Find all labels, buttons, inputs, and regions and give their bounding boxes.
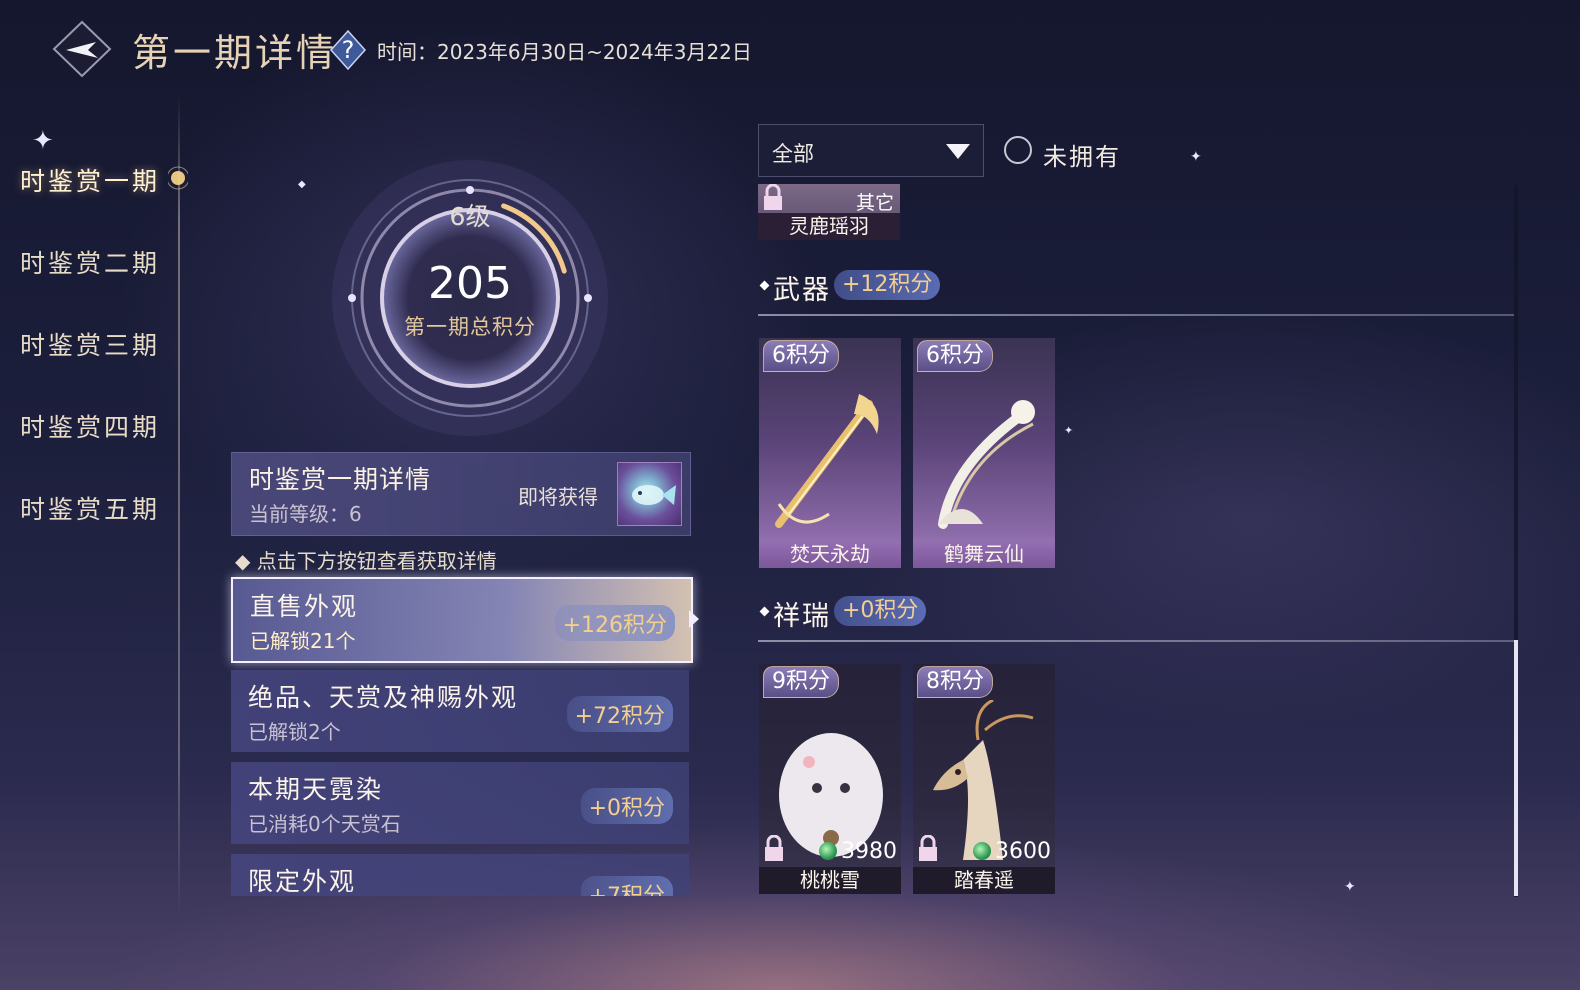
nav-item-period-3[interactable]: 时鉴赏三期 [20, 326, 160, 362]
lock-icon [919, 835, 937, 861]
item-points-badge: 6积分 [917, 340, 993, 372]
period-info-title: 时鉴赏一期详情 [249, 465, 432, 494]
sparkle-icon: ✦ [1344, 879, 1356, 895]
item-price: 3600 [973, 839, 1051, 864]
nav-item-period-4[interactable]: 时鉴赏四期 [20, 408, 160, 444]
section-divider [758, 314, 1514, 316]
section-divider [758, 640, 1514, 642]
sparkle-icon: ✦ [1064, 424, 1074, 437]
section-bullet-icon [759, 606, 770, 617]
source-row-direct-sale[interactable]: 直售外观 已解锁21个 +126积分 [231, 577, 693, 663]
upcoming-reward-thumbnail[interactable] [617, 462, 682, 526]
jade-currency-icon [819, 842, 837, 860]
section-bullet-icon [759, 280, 770, 291]
item-card-weapon-1[interactable]: 6积分 焚天永劫 [759, 338, 901, 568]
item-price-value: 3980 [841, 839, 897, 864]
upcoming-reward-label: 即将获得 [518, 485, 598, 509]
fish-icon [632, 485, 676, 505]
section-title-auspicious: 祥瑞 [773, 601, 831, 632]
level-text: 6级 [449, 202, 491, 231]
item-name: 焚天永劫 [759, 541, 901, 568]
sparkle-icon: ✦ [1190, 149, 1202, 165]
nav-item-period-1[interactable]: 时鉴赏一期 [20, 162, 160, 198]
source-title: 直售外观 [250, 592, 359, 621]
source-subtitle: 已消耗0个天赏石 [248, 812, 401, 836]
sword-icon [775, 394, 879, 528]
lock-icon [764, 184, 782, 210]
section-points-badge: +0积分 [834, 596, 927, 626]
item-price: 3980 [819, 839, 897, 864]
unowned-only-label[interactable]: 未拥有 [1043, 137, 1121, 172]
source-row-limited[interactable]: 限定外观 +7积分 [231, 854, 689, 896]
item-name: 灵鹿瑶羽 [758, 213, 900, 240]
source-row-premium-outfits[interactable]: 绝品、天赏及神赐外观 已解锁2个 +72积分 [231, 670, 689, 752]
selected-arrow-icon [689, 610, 699, 628]
source-points-badge: +72积分 [566, 696, 673, 732]
question-diamond-icon: ? [329, 29, 367, 71]
source-points-badge: +7积分 [580, 876, 673, 896]
white-beast-icon [779, 733, 883, 857]
item-card-mount-2[interactable]: 8积分 3600 踏春遥 [913, 664, 1055, 894]
section-title-weapons: 武器 [773, 275, 831, 306]
item-points-badge: 8积分 [917, 666, 993, 698]
unowned-only-radio[interactable] [1004, 136, 1032, 164]
item-card-partial[interactable]: 其它 灵鹿瑶羽 [758, 184, 900, 240]
deer-icon [933, 700, 1034, 860]
item-name: 桃桃雪 [759, 867, 901, 894]
item-price-value: 3600 [995, 839, 1051, 864]
item-card-mount-1[interactable]: 9积分 3980 桃桃雪 [759, 664, 901, 894]
sparkle-icon: ✦ [32, 126, 54, 156]
back-button[interactable] [52, 20, 112, 78]
source-title: 本期天霓染 [248, 775, 384, 804]
source-subtitle: 已解锁2个 [248, 720, 341, 744]
current-level-text: 当前等级：6 [249, 502, 362, 526]
lock-icon [765, 835, 783, 861]
back-arrow-icon [52, 20, 112, 78]
source-points-badge: +126积分 [554, 605, 675, 641]
jade-currency-icon [973, 842, 991, 860]
help-button[interactable]: ? [329, 29, 367, 71]
source-row-dye[interactable]: 本期天霓染 已消耗0个天赏石 +0积分 [231, 762, 689, 844]
nav-divider [178, 95, 180, 915]
source-title: 绝品、天赏及神赐外观 [248, 683, 519, 712]
source-points-badge: +0积分 [580, 788, 673, 824]
fan-weapon-icon [938, 400, 1035, 529]
svg-text:?: ? [342, 36, 355, 64]
item-name: 踏春遥 [913, 867, 1055, 894]
hint-label: 点击下方按钮查看获取详情 [256, 549, 497, 573]
scrollbar-thumb[interactable] [1514, 640, 1518, 896]
item-card-weapon-2[interactable]: 6积分 鹤舞云仙 [913, 338, 1055, 568]
active-indicator-icon [166, 165, 190, 191]
total-score-label: 第一期总积分 [404, 315, 536, 339]
source-subtitle: 已解锁21个 [250, 629, 356, 653]
item-points-badge: 9积分 [763, 666, 839, 698]
category-filter-value: 全部 [772, 142, 814, 166]
item-name: 鹤舞云仙 [913, 541, 1055, 568]
nav-item-period-2[interactable]: 时鉴赏二期 [20, 244, 160, 280]
item-tag: 其它 [855, 192, 894, 214]
section-points-badge: +12积分 [834, 270, 941, 300]
date-range: 时间：2023年6月30日~2024年3月22日 [377, 40, 752, 64]
total-score-value: 205 [428, 258, 512, 309]
chevron-down-icon [946, 144, 970, 159]
nav-item-period-5[interactable]: 时鉴赏五期 [20, 490, 160, 526]
source-title: 限定外观 [248, 867, 357, 896]
item-points-badge: 6积分 [763, 340, 839, 372]
hint-text: ◆ 点击下方按钮查看获取详情 [235, 549, 497, 573]
page-title: 第一期详情 [132, 31, 338, 75]
